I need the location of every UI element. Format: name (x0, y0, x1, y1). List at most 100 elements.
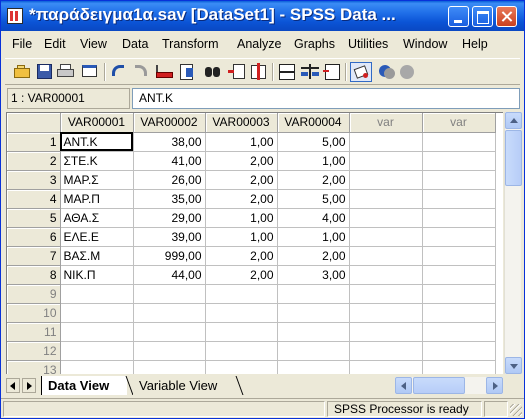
data-cell[interactable] (60, 284, 134, 304)
data-cell[interactable] (349, 151, 423, 171)
data-cell[interactable]: ΕΛΕ.Ε (60, 227, 134, 247)
data-cell[interactable]: 999,00 (133, 246, 206, 266)
data-cell[interactable] (133, 341, 206, 361)
data-cell[interactable] (277, 303, 350, 323)
title-bar[interactable]: *παράδειγμα1α.sav [DataSet1] - SPSS Data… (1, 1, 524, 31)
data-cell[interactable] (349, 246, 423, 266)
scroll-down-button[interactable] (505, 357, 522, 374)
variables-icon[interactable] (177, 62, 197, 82)
data-cell[interactable] (60, 341, 134, 361)
data-cell[interactable]: 2,00 (205, 246, 278, 266)
data-cell[interactable] (349, 303, 423, 323)
menu-transform[interactable]: Transform (162, 37, 219, 51)
data-cell[interactable] (422, 246, 496, 266)
row-header[interactable]: 6 (7, 227, 61, 247)
data-cell[interactable]: 1,00 (277, 227, 350, 247)
data-cell[interactable] (422, 360, 496, 374)
split-file-icon[interactable] (277, 62, 297, 82)
row-header[interactable]: 2 (7, 151, 61, 171)
spss-app-icon[interactable] (7, 8, 23, 24)
tab-next-button[interactable] (22, 378, 36, 393)
data-cell[interactable]: 1,00 (277, 151, 350, 171)
data-cell[interactable] (422, 341, 496, 361)
data-cell[interactable] (349, 284, 423, 304)
data-cell[interactable]: 5,00 (277, 189, 350, 209)
row-header[interactable]: 1 (7, 132, 61, 152)
minimize-button[interactable] (448, 6, 469, 27)
data-cell[interactable] (349, 189, 423, 209)
data-cell[interactable] (349, 208, 423, 228)
maximize-button[interactable] (472, 6, 493, 27)
data-cell[interactable] (205, 360, 278, 374)
row-header[interactable]: 13 (7, 360, 61, 374)
menu-analyze[interactable]: Analyze (237, 37, 281, 51)
row-header[interactable]: 7 (7, 246, 61, 266)
data-cell[interactable]: ΝΙΚ.Π (60, 265, 134, 285)
redo-icon[interactable] (131, 62, 151, 82)
data-cell[interactable] (422, 208, 496, 228)
print-icon[interactable] (56, 62, 76, 82)
row-header[interactable]: 8 (7, 265, 61, 285)
column-header[interactable]: VAR00004 (277, 113, 350, 133)
data-cell[interactable] (60, 303, 134, 323)
data-cell[interactable] (277, 284, 350, 304)
data-cell[interactable]: 4,00 (277, 208, 350, 228)
row-header[interactable]: 3 (7, 170, 61, 190)
horizontal-scroll-thumb[interactable] (413, 377, 465, 394)
data-cell[interactable] (422, 189, 496, 209)
menu-graphs[interactable]: Graphs (294, 37, 335, 51)
insert-cases-icon[interactable] (227, 62, 247, 82)
data-cell[interactable] (60, 322, 134, 342)
row-header[interactable]: 10 (7, 303, 61, 323)
scroll-right-button[interactable] (486, 377, 503, 394)
row-header[interactable]: 9 (7, 284, 61, 304)
open-icon[interactable] (13, 62, 33, 82)
data-cell[interactable] (277, 360, 350, 374)
find-icon[interactable] (203, 62, 223, 82)
insert-variable-icon[interactable] (248, 62, 268, 82)
data-cell[interactable]: 35,00 (133, 189, 206, 209)
weight-cases-icon[interactable] (300, 62, 320, 82)
selected-cell[interactable]: ΑΝΤ.Κ (60, 132, 134, 152)
goto-case-icon[interactable] (155, 62, 175, 82)
data-cell[interactable]: 26,00 (133, 170, 206, 190)
data-cell[interactable]: 29,00 (133, 208, 206, 228)
row-header[interactable]: 11 (7, 322, 61, 342)
data-cell[interactable]: 1,00 (205, 132, 278, 152)
use-sets-icon[interactable] (377, 62, 397, 82)
data-cell[interactable] (205, 341, 278, 361)
horizontal-scrollbar[interactable] (395, 377, 503, 394)
data-cell[interactable] (133, 322, 206, 342)
data-cell[interactable] (422, 265, 496, 285)
column-header[interactable]: var (422, 113, 496, 133)
data-cell[interactable] (205, 303, 278, 323)
data-cell[interactable] (277, 341, 350, 361)
data-cell[interactable] (422, 322, 496, 342)
menu-view[interactable]: View (80, 37, 107, 51)
data-cell[interactable]: ΜΑΡ.Π (60, 189, 134, 209)
undo-icon[interactable] (109, 62, 129, 82)
cell-value-input[interactable]: ΑΝΤ.Κ (132, 88, 520, 109)
data-cell[interactable]: 39,00 (133, 227, 206, 247)
close-button[interactable] (496, 6, 517, 27)
data-cell[interactable] (422, 303, 496, 323)
data-cell[interactable]: 2,00 (277, 246, 350, 266)
data-cell[interactable] (277, 322, 350, 342)
row-header[interactable]: 4 (7, 189, 61, 209)
scroll-left-button[interactable] (395, 377, 412, 394)
data-cell[interactable]: 2,00 (205, 151, 278, 171)
data-cell[interactable]: ΑΘΑ.Σ (60, 208, 134, 228)
column-header[interactable]: VAR00002 (133, 113, 206, 133)
data-cell[interactable] (349, 360, 423, 374)
data-cell[interactable] (349, 265, 423, 285)
menu-utilities[interactable]: Utilities (348, 37, 388, 51)
scroll-up-button[interactable] (505, 112, 522, 129)
grid-corner[interactable] (7, 113, 61, 133)
select-cases-icon[interactable] (322, 62, 342, 82)
menu-help[interactable]: Help (462, 37, 488, 51)
menu-file[interactable]: File (12, 37, 32, 51)
resize-grip-icon[interactable] (510, 404, 522, 416)
data-cell[interactable] (133, 284, 206, 304)
data-cell[interactable] (422, 132, 496, 152)
data-cell[interactable]: 2,00 (205, 189, 278, 209)
